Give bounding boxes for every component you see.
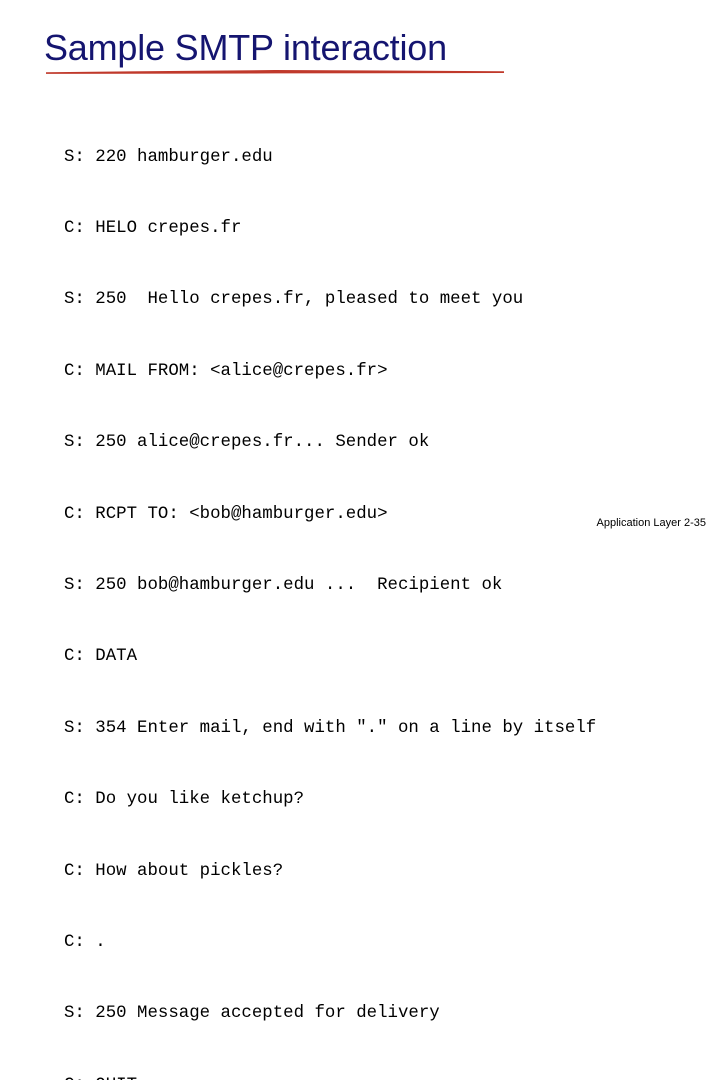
transcript-line: S: 250 bob@hamburger.edu ... Recipient o… [64, 575, 503, 595]
transcript-line: S: 250 Message accepted for delivery [64, 1004, 440, 1024]
transcript-line: S: 250 alice@crepes.fr... Sender ok [64, 433, 430, 453]
transcript-line: S: 354 Enter mail, end with "." on a lin… [64, 718, 597, 738]
smtp-transcript: S: 220 hamburger.edu C: HELO crepes.fr S… [64, 98, 596, 1080]
transcript-line: C: Do you like ketchup? [64, 790, 305, 810]
transcript-line: C: RCPT TO: <bob@hamburger.edu> [64, 504, 388, 524]
title-block: Sample SMTP interaction [44, 26, 684, 82]
slide-canvas: Sample SMTP interaction S: 220 hamburger… [0, 0, 720, 1080]
transcript-line: C: HELO crepes.fr [64, 218, 242, 238]
slide-footer: Application Layer 2-35 [596, 517, 706, 529]
transcript-line: C: How about pickles? [64, 861, 284, 881]
transcript-line: C: MAIL FROM: <alice@crepes.fr> [64, 361, 388, 381]
transcript-line: C: DATA [64, 647, 138, 667]
transcript-line: S: 250 Hello crepes.fr, pleased to meet … [64, 290, 524, 310]
transcript-line: S: 220 hamburger.edu [64, 147, 273, 167]
transcript-line: C: . [64, 932, 106, 952]
page-title: Sample SMTP interaction [44, 27, 447, 68]
transcript-line: C: QUIT [64, 1074, 596, 1080]
